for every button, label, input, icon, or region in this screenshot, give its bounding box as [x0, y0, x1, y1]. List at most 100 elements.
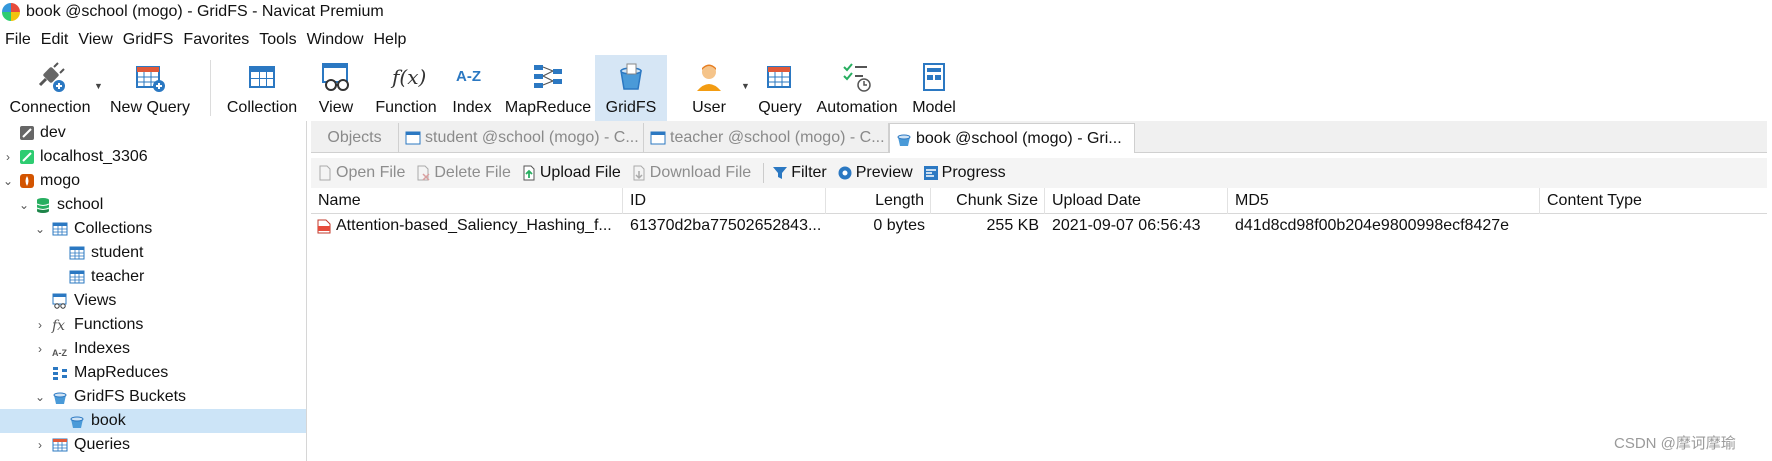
tree-item-collections[interactable]: ⌄ Collections [0, 217, 306, 241]
upload-file-button[interactable]: Upload File [521, 164, 621, 182]
chevron-down-icon[interactable]: ⌄ [18, 198, 30, 212]
tab-teacher[interactable]: teacher @school (mogo) - C... [644, 123, 889, 153]
column-header-length[interactable]: Length [826, 188, 931, 214]
tab-label: book @school (mogo) - Gri... [916, 129, 1122, 147]
download-file-icon [633, 165, 645, 181]
progress-button[interactable]: Progress [923, 164, 1006, 182]
chevron-down-icon[interactable]: ⌄ [34, 390, 46, 404]
tree-item-student[interactable]: student [0, 241, 306, 265]
chevron-down-icon[interactable]: ▼ [741, 81, 750, 91]
menu-window[interactable]: Window [302, 31, 369, 49]
column-header-md5[interactable]: MD5 [1228, 188, 1540, 214]
model-button[interactable]: Model [905, 55, 963, 121]
menu-bar: File Edit View GridFS Favorites Tools Wi… [0, 28, 411, 52]
chevron-down-icon[interactable]: ⌄ [2, 174, 14, 188]
view-icon [52, 293, 68, 309]
connection-button[interactable]: Connection ▼ [0, 55, 103, 121]
delete-file-button[interactable]: Delete File [415, 164, 511, 182]
tree-item-book[interactable]: book [0, 409, 306, 433]
column-header-id[interactable]: ID [623, 188, 826, 214]
index-button[interactable]: A-Z Index [443, 55, 501, 121]
tree-label: teacher [91, 268, 145, 285]
tree-item-school[interactable]: ⌄ school [0, 193, 306, 217]
delete-file-icon [417, 165, 430, 181]
menu-gridfs[interactable]: GridFS [118, 31, 179, 49]
view-label: View [318, 99, 354, 116]
function-button[interactable]: f(x) Function [369, 55, 443, 121]
query-button[interactable]: Query [751, 55, 809, 121]
menu-view[interactable]: View [73, 31, 117, 49]
download-file-button[interactable]: Download File [631, 164, 751, 182]
collection-label: Collection [226, 99, 298, 116]
table-row[interactable]: Attention-based_Saliency_Hashing_f... 61… [311, 214, 1767, 238]
chevron-right-icon[interactable]: › [34, 342, 46, 356]
query-label: Query [758, 99, 802, 116]
gridfs-button[interactable]: GridFS [595, 55, 667, 121]
automation-label: Automation [816, 99, 898, 116]
preview-button[interactable]: Preview [837, 164, 913, 182]
menu-help[interactable]: Help [368, 31, 411, 49]
tree-item-gridfs-buckets[interactable]: ⌄ GridFS Buckets [0, 385, 306, 409]
index-az-icon: A-Z [456, 61, 488, 93]
tree-item-dev[interactable]: dev [0, 121, 306, 145]
menu-favorites[interactable]: Favorites [178, 31, 254, 49]
tree-item-functions[interactable]: › fx Functions [0, 313, 306, 337]
plug-icon [34, 61, 66, 93]
tree-item-mapreduces[interactable]: MapReduces [0, 361, 306, 385]
chevron-right-icon[interactable]: › [34, 318, 46, 332]
tree-label: student [91, 244, 144, 261]
preview-eye-icon [838, 166, 852, 180]
mapreduce-button[interactable]: MapReduce [501, 55, 595, 121]
table-icon [69, 245, 85, 261]
cell-length: 0 bytes [873, 217, 925, 234]
functions-glyph: fx [52, 318, 66, 334]
tree-label: Views [74, 292, 117, 309]
open-file-button[interactable]: Open File [317, 164, 405, 182]
gridfs-label: GridFS [605, 99, 657, 116]
progress-icon [923, 166, 938, 180]
tab-student[interactable]: student @school (mogo) - C... [399, 123, 644, 153]
tab-objects[interactable]: Objects [311, 123, 399, 153]
tree-item-mogo[interactable]: ⌄ mogo [0, 169, 306, 193]
gridfs-bucket-icon [52, 389, 68, 405]
table-icon [650, 131, 666, 145]
csdn-watermark: CSDN @摩诃摩瑜 [1614, 435, 1736, 452]
view-button[interactable]: View [303, 55, 369, 121]
tree-item-teacher[interactable]: teacher [0, 265, 306, 289]
collection-button[interactable]: Collection [221, 55, 303, 121]
tree-label: school [57, 196, 104, 213]
new-query-button[interactable]: New Query [100, 55, 200, 121]
tree-label: Functions [74, 316, 144, 333]
navigation-tree: dev › localhost_3306 ⌄ mogo ⌄ school ⌄ C… [0, 121, 307, 461]
tree-item-localhost[interactable]: › localhost_3306 [0, 145, 306, 169]
cell-content-type [1547, 214, 1767, 238]
tab-book[interactable]: book @school (mogo) - Gri... [889, 123, 1135, 153]
chevron-right-icon[interactable]: › [2, 150, 14, 164]
column-header-chunk-size[interactable]: Chunk Size [931, 188, 1045, 214]
tree-item-queries[interactable]: › Queries [0, 433, 306, 457]
table-icon [52, 221, 68, 237]
open-file-icon [319, 165, 331, 181]
menu-file[interactable]: File [0, 31, 36, 49]
chevron-down-icon[interactable]: ⌄ [34, 222, 46, 236]
tree-label: mogo [40, 172, 81, 189]
automation-button[interactable]: Automation [809, 55, 905, 121]
column-header-content-type[interactable]: Content Type [1540, 188, 1767, 214]
gridfs-bucket-icon [897, 134, 911, 146]
tree-item-views[interactable]: Views [0, 289, 306, 313]
user-button[interactable]: User ▼ [667, 55, 751, 121]
tree-label: Collections [74, 220, 153, 237]
user-label: User [692, 99, 726, 116]
chevron-right-icon[interactable]: › [34, 438, 46, 452]
filter-icon [773, 167, 788, 179]
tree-label: Queries [74, 436, 131, 453]
table-icon [69, 269, 85, 285]
tree-item-indexes[interactable]: › A-Z Indexes [0, 337, 306, 361]
pdf-file-icon [317, 219, 331, 234]
filter-button[interactable]: Filter [772, 164, 827, 182]
menu-edit[interactable]: Edit [36, 31, 74, 49]
column-header-upload-date[interactable]: Upload Date [1045, 188, 1228, 214]
menu-tools[interactable]: Tools [254, 31, 301, 49]
column-header-name[interactable]: Name [311, 188, 623, 214]
preview-label: Preview [855, 164, 913, 181]
